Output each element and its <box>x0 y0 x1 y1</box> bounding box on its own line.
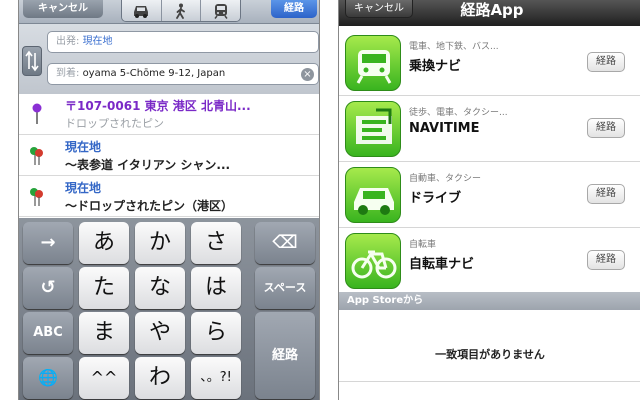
purple-pin-icon <box>32 103 42 124</box>
app-category: 電車、地下鉄、バス... <box>409 42 499 52</box>
directions-toolbar: キャンセル 経路 <box>19 0 319 24</box>
abc-key[interactable]: ABC <box>23 312 73 354</box>
empty-message: 一致項目がありません <box>435 348 545 361</box>
route-pins-icon <box>30 147 43 165</box>
app-name: ドライブ <box>409 191 462 206</box>
empty-result-cell: 一致項目がありません <box>339 310 640 382</box>
maps-directions-screen: キャンセル 経路 出発: 現在地 到着: oyama 5-Chōme 9-12,… <box>18 0 320 400</box>
page-title: 経路App <box>460 1 524 19</box>
suggestion-title: 現在地 <box>65 140 102 154</box>
app-name: 乗換ナビ <box>409 59 462 74</box>
kana-key-sa[interactable]: さ <box>191 222 241 264</box>
end-field-value: oyama 5-Chōme 9-12, Japan <box>82 68 226 79</box>
clear-icon[interactable]: × <box>301 68 314 81</box>
transit-mode-button[interactable] <box>201 0 240 21</box>
route-button[interactable]: 経路 <box>587 52 625 72</box>
swap-arrows-icon <box>25 50 39 72</box>
backspace-key[interactable]: ⌫ <box>255 222 315 264</box>
space-key[interactable]: スペース <box>255 267 315 309</box>
app-name: NAVITIME <box>409 121 480 136</box>
navigation-bar: キャンセル 経路App <box>339 0 640 26</box>
japanese-keyboard: → ↺ ABC 🌐 あ か さ た な は ま や ら ^^ わ 、。?! ⌫ … <box>19 218 319 400</box>
kana-key-a[interactable]: あ <box>79 222 129 264</box>
kana-key-modifier[interactable]: ^^ <box>79 357 129 399</box>
kana-key-wa[interactable]: わ <box>135 357 185 399</box>
train-icon <box>345 35 401 91</box>
kana-key-punctuation[interactable]: 、。?! <box>191 357 241 399</box>
car-icon <box>345 167 401 223</box>
route-button[interactable]: 経路 <box>587 118 625 138</box>
suggestion-subtitle: 〜ドロップされたピン（港区） <box>65 199 234 213</box>
suggestion-title: 現在地 <box>65 181 102 195</box>
suggestion-title: 〒107-0061 東京 港区 北青山... <box>65 99 251 113</box>
app-name: 自転車ナビ <box>409 257 475 272</box>
list-item[interactable]: 自転車 自転車ナビ 経路 <box>339 228 640 294</box>
app-store-section-header: App Storeから <box>339 292 640 310</box>
transit-icon <box>214 3 228 19</box>
route-button[interactable]: 経路 <box>587 250 625 270</box>
kana-key-ya[interactable]: や <box>135 312 185 354</box>
route-key[interactable]: 経路 <box>255 312 315 399</box>
car-icon <box>134 5 149 18</box>
car-mode-button[interactable] <box>122 0 162 21</box>
list-item[interactable]: 現在地 〜ドロップされたピン（港区） <box>19 176 319 217</box>
walk-icon <box>176 3 185 19</box>
start-field-label: 出発: <box>56 36 80 47</box>
route-button[interactable]: 経路 <box>587 184 625 204</box>
app-category: 自動車、タクシー <box>409 174 482 184</box>
navitime-icon <box>345 101 401 157</box>
bicycle-icon <box>345 233 401 289</box>
end-field[interactable]: 到着: oyama 5-Chōme 9-12, Japan × <box>47 63 319 85</box>
app-category: 徒歩、電車、タクシー... <box>409 108 508 118</box>
list-item[interactable]: 徒歩、電車、タクシー... NAVITIME 経路 <box>339 96 640 162</box>
kana-key-ha[interactable]: は <box>191 267 241 309</box>
start-field-value: 現在地 <box>82 36 113 47</box>
globe-key[interactable]: 🌐 <box>23 357 73 399</box>
end-field-label: 到着: <box>56 68 80 79</box>
kana-key-ka[interactable]: か <box>135 222 185 264</box>
suggestion-subtitle: 〜表参道 イタリアン シャン... <box>65 158 231 172</box>
arrow-right-key[interactable]: → <box>23 222 73 264</box>
list-item[interactable]: 電車、地下鉄、バス... 乗換ナビ 経路 <box>339 30 640 96</box>
walk-mode-button[interactable] <box>161 0 202 21</box>
undo-key[interactable]: ↺ <box>23 267 73 309</box>
cancel-button[interactable]: キャンセル <box>345 0 413 18</box>
route-fields: 出発: 現在地 到着: oyama 5-Chōme 9-12, Japan × <box>19 24 319 94</box>
route-button[interactable]: 経路 <box>271 0 317 18</box>
cancel-button[interactable]: キャンセル <box>23 0 103 18</box>
suggestion-list: 〒107-0061 東京 港区 北青山... ドロップされたピン 現在地 〜表参… <box>19 94 319 218</box>
kana-key-ta[interactable]: た <box>79 267 129 309</box>
list-item[interactable]: 現在地 〜表参道 イタリアン シャン... <box>19 135 319 176</box>
kana-key-ra[interactable]: ら <box>191 312 241 354</box>
list-item[interactable]: 自動車、タクシー ドライブ 経路 <box>339 162 640 228</box>
route-apps-screen: キャンセル 経路App 電車、地下鉄、バス... 乗換ナビ 経路 徒歩、電車、タ… <box>338 0 640 400</box>
swap-button[interactable] <box>22 46 42 76</box>
start-field[interactable]: 出発: 現在地 <box>47 31 319 53</box>
app-category: 自転車 <box>409 240 437 250</box>
list-item[interactable]: 〒107-0061 東京 港区 北青山... ドロップされたピン <box>19 94 319 135</box>
route-pins-icon <box>30 188 43 206</box>
suggestion-subtitle: ドロップされたピン <box>65 117 164 130</box>
transport-mode-selector <box>121 0 241 22</box>
kana-key-na[interactable]: な <box>135 267 185 309</box>
kana-key-ma[interactable]: ま <box>79 312 129 354</box>
